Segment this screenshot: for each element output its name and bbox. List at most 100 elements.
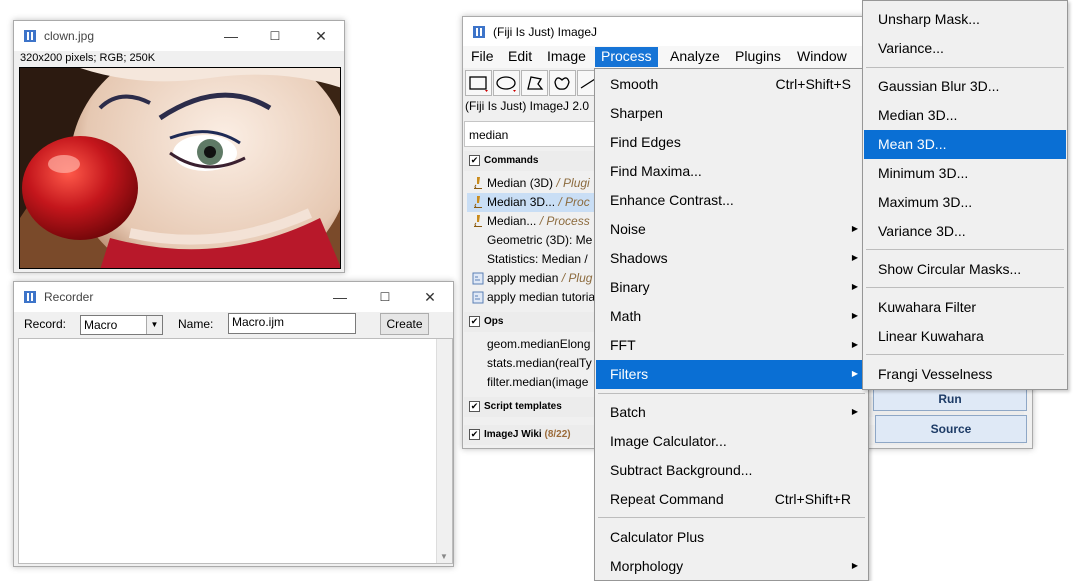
- submenu-arrow-icon: ▶: [851, 311, 858, 320]
- rectangle-tool[interactable]: [465, 70, 492, 96]
- chevron-down-icon[interactable]: ▼: [146, 316, 162, 334]
- source-button[interactable]: Source: [875, 415, 1027, 443]
- menu-item-repeat-command[interactable]: Repeat Command Ctrl+Shift+R: [596, 485, 867, 514]
- checkbox-checked-icon[interactable]: ✔: [469, 155, 480, 166]
- menu-item-find-maxima[interactable]: Find Maxima...: [596, 157, 867, 186]
- menu-item-smooth[interactable]: Smooth Ctrl+Shift+S: [596, 70, 867, 99]
- menu-item-find-edges[interactable]: Find Edges: [596, 128, 867, 157]
- close-icon[interactable]: ✕: [311, 27, 331, 45]
- oval-icon: [496, 76, 516, 92]
- section-label: ImageJ Wiki: [484, 429, 542, 440]
- menu-item-batch[interactable]: Batch ▶: [596, 398, 867, 427]
- menu-item-image-calculator[interactable]: Image Calculator...: [596, 427, 867, 456]
- menu-item-math[interactable]: Math ▶: [596, 302, 867, 331]
- name-label: Name:: [178, 317, 214, 331]
- recorder-titlebar[interactable]: Recorder — ☐ ✕: [14, 282, 453, 312]
- minimize-icon[interactable]: —: [221, 27, 241, 45]
- image-info-label: 320x200 pixels; RGB; 250K: [20, 52, 156, 64]
- menu-item-median-3d[interactable]: Median 3D...: [864, 101, 1066, 130]
- menu-process[interactable]: Process: [595, 47, 658, 67]
- microscope-icon: [474, 215, 482, 227]
- menu-item-subtract-background[interactable]: Subtract Background...: [596, 456, 867, 485]
- window-title: clown.jpg: [44, 29, 95, 43]
- menu-item-minimum-3d[interactable]: Minimum 3D...: [864, 159, 1066, 188]
- menu-analyze[interactable]: Analyze: [664, 47, 726, 67]
- item-name: Median...: [487, 214, 537, 228]
- item-name: Geometric (3D): Me: [487, 233, 593, 247]
- menu-item-show-circular-masks[interactable]: Show Circular Masks...: [864, 255, 1066, 284]
- menu-item-unsharp-mask[interactable]: Unsharp Mask...: [864, 5, 1066, 34]
- menu-separator: [866, 67, 1064, 68]
- item-name: geom.medianElong: [487, 337, 591, 351]
- close-icon[interactable]: ✕: [420, 288, 440, 306]
- clown-image-canvas[interactable]: [19, 67, 341, 269]
- clown-titlebar[interactable]: clown.jpg — ☐ ✕: [14, 21, 344, 51]
- menu-image[interactable]: Image: [541, 47, 592, 67]
- menu-item-variance[interactable]: Variance...: [864, 34, 1066, 63]
- menu-item-morphology[interactable]: Morphology ▶: [596, 552, 867, 581]
- shortcut-label: Ctrl+Shift+R: [774, 491, 851, 507]
- menu-item-calculator-plus[interactable]: Calculator Plus: [596, 523, 867, 552]
- submenu-arrow-icon: ▶: [851, 369, 858, 378]
- menu-item-maximum-3d[interactable]: Maximum 3D...: [864, 188, 1066, 217]
- menu-separator: [866, 354, 1064, 355]
- menu-item-binary[interactable]: Binary ▶: [596, 273, 867, 302]
- menu-item-frangi-vesselness[interactable]: Frangi Vesselness: [864, 360, 1066, 389]
- filters-submenu: Unsharp Mask... Variance... Gaussian Blu…: [862, 0, 1068, 390]
- record-type-select[interactable]: Macro ▼: [80, 315, 163, 335]
- maximize-icon[interactable]: ☐: [375, 288, 395, 306]
- freehand-icon: [554, 77, 570, 90]
- item-source: / Proc: [555, 195, 590, 209]
- item-name: filter.median(image: [487, 375, 589, 389]
- scroll-down-icon[interactable]: ▼: [440, 552, 448, 561]
- menu-file[interactable]: File: [465, 47, 500, 67]
- polygon-tool[interactable]: [521, 70, 548, 96]
- freehand-tool[interactable]: [549, 70, 576, 96]
- menu-item-variance-3d[interactable]: Variance 3D...: [864, 217, 1066, 246]
- menu-item-filters[interactable]: Filters ▶: [596, 360, 867, 389]
- create-button[interactable]: Create: [380, 313, 429, 335]
- section-label: Script templates: [484, 401, 562, 412]
- item-name: Median 3D...: [487, 195, 556, 209]
- menu-separator: [866, 287, 1064, 288]
- vertical-scrollbar[interactable]: ▼: [436, 339, 452, 563]
- menu-edit[interactable]: Edit: [502, 47, 538, 67]
- checkbox-checked-icon[interactable]: ✔: [469, 429, 480, 440]
- fiji-app-icon: [24, 291, 36, 303]
- minimize-icon[interactable]: —: [330, 288, 350, 306]
- macro-name-field[interactable]: Macro.ijm: [228, 313, 356, 334]
- menu-item-noise[interactable]: Noise ▶: [596, 215, 867, 244]
- menu-window[interactable]: Window: [791, 47, 853, 67]
- checkbox-checked-icon[interactable]: ✔: [469, 401, 480, 412]
- menu-item-shadows[interactable]: Shadows ▶: [596, 244, 867, 273]
- submenu-arrow-icon: ▶: [851, 253, 858, 262]
- script-icon: [472, 272, 484, 285]
- menu-plugins[interactable]: Plugins: [729, 47, 787, 67]
- menu-item-linear-kuwahara[interactable]: Linear Kuwahara: [864, 322, 1066, 351]
- menu-item-fft[interactable]: FFT ▶: [596, 331, 867, 360]
- clown-image-window[interactable]: clown.jpg — ☐ ✕ 320x200 pixels; RGB; 250…: [13, 20, 345, 273]
- checkbox-checked-icon[interactable]: ✔: [469, 316, 480, 327]
- section-label: Ops: [484, 316, 504, 327]
- wiki-count: (8/22): [544, 429, 571, 440]
- oval-tool[interactable]: [493, 70, 520, 96]
- rectangle-icon: [469, 76, 488, 92]
- clown-photo: [20, 68, 340, 268]
- macro-text-area[interactable]: ▼: [18, 338, 453, 564]
- submenu-arrow-icon: ▶: [851, 224, 858, 233]
- process-menu: Smooth Ctrl+Shift+S Sharpen Find Edges Fi…: [594, 68, 869, 581]
- menu-item-enhance-contrast[interactable]: Enhance Contrast...: [596, 186, 867, 215]
- maximize-icon[interactable]: ☐: [265, 27, 285, 45]
- submenu-arrow-icon: ▶: [851, 340, 858, 349]
- menu-item-gaussian-blur-3d[interactable]: Gaussian Blur 3D...: [864, 72, 1066, 101]
- item-name: apply median tutoria: [487, 290, 596, 304]
- recorder-window[interactable]: Recorder — ☐ ✕ Record: Macro ▼ Name: Mac…: [13, 281, 454, 567]
- run-button[interactable]: Run: [873, 387, 1027, 411]
- menu-item-kuwahara-filter[interactable]: Kuwahara Filter: [864, 293, 1066, 322]
- window-title: Recorder: [44, 290, 94, 304]
- menu-item-mean-3d[interactable]: Mean 3D...: [864, 130, 1066, 159]
- menu-item-sharpen[interactable]: Sharpen: [596, 99, 867, 128]
- item-source: / Process: [536, 214, 590, 228]
- script-icon: [472, 291, 484, 304]
- menu-separator: [866, 249, 1064, 250]
